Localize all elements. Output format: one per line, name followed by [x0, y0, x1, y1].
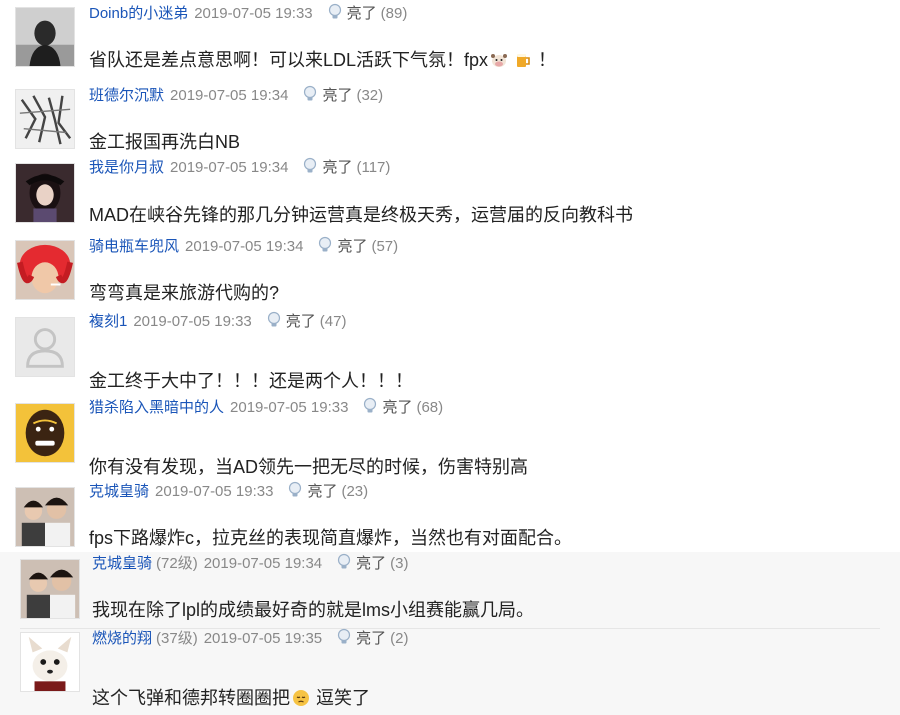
comment-meta: 骑电瓶车兜风 2019-07-05 19:34 亮了 (57) [89, 236, 398, 258]
comment-text: 弯弯真是来旅游代购的? [89, 283, 280, 303]
comment-text: 金工报国再洗白NB [89, 132, 241, 152]
username-link[interactable]: Doinb的小迷弟 [89, 5, 188, 22]
timestamp: 2019-07-05 19:33 [155, 483, 274, 500]
comment-item: 我是你月叔 2019-07-05 19:34 亮了 (117) MAD在峡谷先锋的那几… [0, 156, 900, 232]
username-link[interactable]: 猎杀陷入黑暗中的人 [89, 399, 224, 416]
like-count: (47) [319, 313, 347, 330]
comment-item: Doinb的小迷弟 2019-07-05 19:33 亮了 (89) 省队还是差点意思… [0, 0, 900, 80]
username-link[interactable]: 班德尔沉默 [89, 87, 164, 104]
light-bulb-icon[interactable] [302, 85, 318, 103]
avatar[interactable] [15, 7, 75, 67]
comment-meta: 複刻1 2019-07-05 19:33 亮了 (47) [89, 311, 346, 333]
like-count: (57) [371, 238, 399, 255]
username-link[interactable]: 骑电瓶车兜风 [89, 238, 179, 255]
username-link[interactable]: 複刻1 [89, 313, 127, 330]
like-button[interactable]: 亮了 [382, 399, 412, 416]
avatar[interactable] [20, 559, 80, 619]
comment-text: 你有没有发现，当AD领先一把无尽的时候，伤害特别高 [89, 457, 529, 477]
comment-meta: 班德尔沉默 2019-07-05 19:34 亮了 (32) [89, 85, 383, 107]
comment-text: 金工终于大中了！！！还是两个人！！！ [89, 371, 413, 391]
comment-meta: 我是你月叔 2019-07-05 19:34 亮了 (117) [89, 157, 390, 179]
comment-meta: 燃烧的翔 (37级) 2019-07-05 19:35 亮了 (2) [92, 628, 409, 650]
avatar[interactable] [15, 240, 75, 300]
username-link[interactable]: 克城皇骑 [92, 555, 152, 572]
pensive-face-emoji [292, 688, 310, 706]
light-bulb-icon[interactable] [336, 553, 352, 571]
comment-text: fps下路爆炸c，拉克丝的表现简直爆炸，当然也有对面配合。 [89, 528, 573, 548]
light-bulb-icon[interactable] [266, 311, 282, 329]
light-bulb-icon[interactable] [287, 481, 303, 499]
light-bulb-icon[interactable] [302, 157, 318, 175]
timestamp: 2019-07-05 19:33 [194, 5, 313, 22]
avatar[interactable] [15, 403, 75, 463]
comment-text: 这个飞弹和德邦转圈圈把 逗笑了 [92, 688, 370, 708]
user-level: (37级) [156, 630, 198, 647]
user-level: (72级) [156, 555, 198, 572]
timestamp: 2019-07-05 19:34 [185, 238, 304, 255]
like-count: (89) [380, 5, 408, 22]
light-bulb-icon[interactable] [317, 236, 333, 254]
beer-mug-emoji [514, 50, 532, 68]
avatar[interactable] [15, 163, 75, 223]
comment-text: MAD在峡谷先锋的那几分钟运营真是终极天秀，运营届的反向教科书 [89, 205, 633, 225]
like-button[interactable]: 亮了 [347, 5, 377, 22]
like-count: (23) [341, 483, 369, 500]
timestamp: 2019-07-05 19:35 [203, 630, 323, 647]
timestamp: 2019-07-05 19:33 [230, 399, 349, 416]
light-bulb-icon[interactable] [336, 628, 352, 646]
username-link[interactable]: 克城皇骑 [89, 483, 149, 500]
comment-item: 猎杀陷入黑暗中的人 2019-07-05 19:33 亮了 (68) 你有没有发现，当… [0, 397, 900, 482]
comment-meta: Doinb的小迷弟 2019-07-05 19:33 亮了 (89) [89, 3, 407, 25]
avatar[interactable] [20, 632, 80, 692]
like-count: (32) [356, 87, 384, 104]
username-link[interactable]: 我是你月叔 [89, 159, 164, 176]
comment-item: 班德尔沉默 2019-07-05 19:34 亮了 (32) 金工报国再洗白NB [0, 80, 900, 156]
comment-meta: 猎杀陷入黑暗中的人 2019-07-05 19:33 亮了 (68) [89, 397, 443, 419]
reply-item: 燃烧的翔 (37级) 2019-07-05 19:35 亮了 (2) 这个飞弹和德邦转圈… [0, 626, 900, 715]
like-count: (117) [356, 159, 391, 176]
comment-item: 骑电瓶车兜风 2019-07-05 19:34 亮了 (57) 弯弯真是来旅游代购的? [0, 232, 900, 312]
like-button[interactable]: 亮了 [356, 555, 386, 572]
comment-item: 克城皇骑 2019-07-05 19:33 亮了 (23) fps下路爆炸c，拉克丝的… [0, 481, 900, 552]
like-button[interactable]: 亮了 [322, 159, 352, 176]
timestamp: 2019-07-05 19:33 [133, 313, 252, 330]
like-button[interactable]: 亮了 [356, 630, 386, 647]
light-bulb-icon[interactable] [362, 397, 378, 415]
like-button[interactable]: 亮了 [322, 87, 352, 104]
timestamp: 2019-07-05 19:34 [203, 555, 323, 572]
like-button[interactable]: 亮了 [337, 238, 367, 255]
like-count: (3) [390, 555, 409, 572]
reply-item: 克城皇骑 (72级) 2019-07-05 19:34 亮了 (3) 我现在除了lpl的… [0, 552, 900, 626]
like-count: (68) [416, 399, 444, 416]
like-count: (2) [390, 630, 409, 647]
avatar[interactable] [15, 89, 75, 149]
comment-text: 我现在除了lpl的成绩最好奇的就是lms小组赛能赢几局。 [92, 600, 534, 620]
comment-text: 省队还是差点意思啊！可以来LDL活跃下气氛！fpx！ [89, 50, 557, 70]
username-link[interactable]: 燃烧的翔 [92, 630, 152, 647]
like-button[interactable]: 亮了 [286, 313, 316, 330]
comment-feed: Doinb的小迷弟 2019-07-05 19:33 亮了 (89) 省队还是差点意思… [0, 0, 900, 715]
cow-face-emoji [490, 50, 508, 68]
comment-meta: 克城皇骑 (72级) 2019-07-05 19:34 亮了 (3) [92, 553, 409, 575]
avatar[interactable] [15, 487, 75, 547]
light-bulb-icon[interactable] [327, 3, 343, 21]
comment-meta: 克城皇骑 2019-07-05 19:33 亮了 (23) [89, 481, 368, 503]
like-button[interactable]: 亮了 [307, 483, 337, 500]
timestamp: 2019-07-05 19:34 [170, 159, 289, 176]
timestamp: 2019-07-05 19:34 [170, 87, 289, 104]
comment-item: 複刻1 2019-07-05 19:33 亮了 (47) 金工终于大中了！！！还是两个… [0, 311, 900, 398]
avatar[interactable] [15, 317, 75, 377]
